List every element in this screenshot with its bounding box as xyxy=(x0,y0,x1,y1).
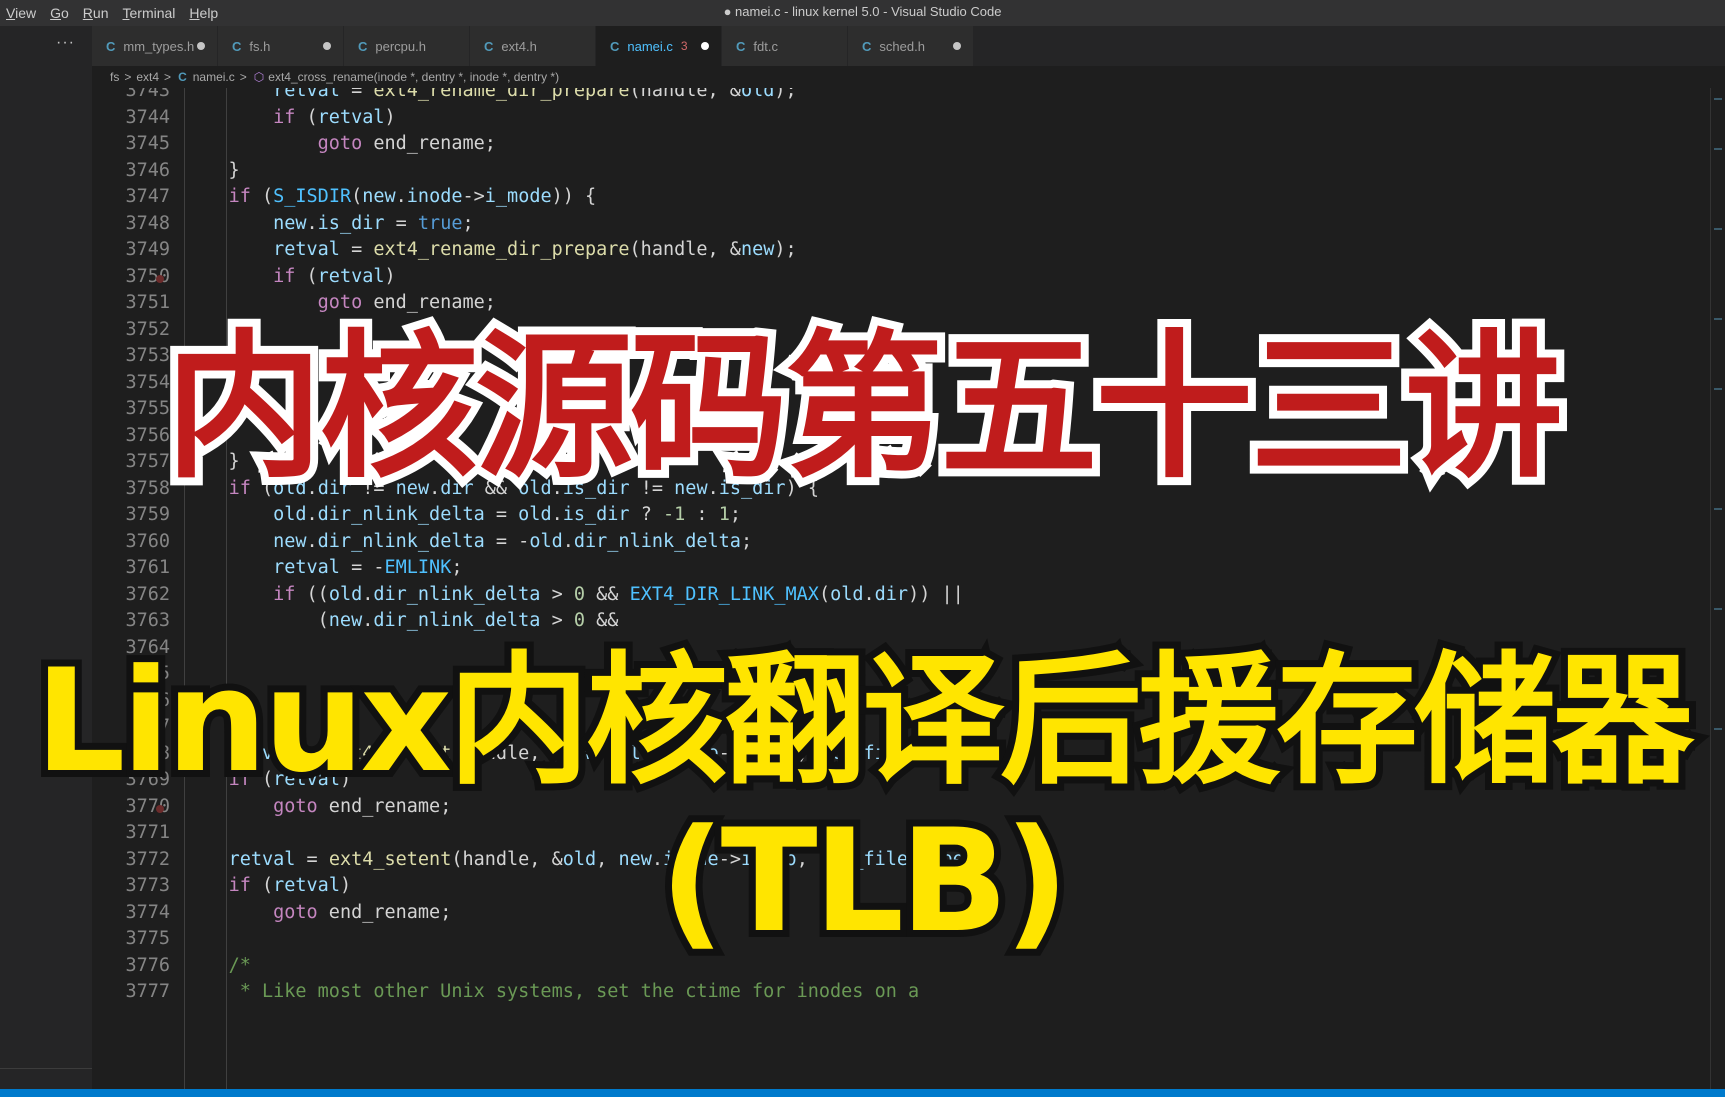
breadcrumb-separator: > xyxy=(239,70,247,84)
code-text[interactable]: } xyxy=(184,160,240,181)
line-number: 3746 xyxy=(125,159,170,181)
unsaved-dot-icon[interactable] xyxy=(701,42,709,50)
breadcrumb-separator: > xyxy=(164,70,172,84)
tab-mm-types-h[interactable]: Cmm_types.h xyxy=(92,26,218,66)
tab-percpu-h[interactable]: Cpercpu.h xyxy=(344,26,470,66)
code-text[interactable]: retval = ext4_rename_dir_prepare(handle,… xyxy=(184,88,797,101)
line-number: 3747 xyxy=(125,186,170,207)
unsaved-dot-icon[interactable] xyxy=(197,42,205,50)
tab-label: mm_types.h xyxy=(123,38,195,54)
line-number: 3743 xyxy=(125,88,170,101)
menu-help[interactable]: Help xyxy=(183,5,226,21)
line-number: 3745 xyxy=(125,133,170,154)
code-text[interactable]: * Like most other Unix systems, set the … xyxy=(184,981,919,1002)
c-file-icon: C xyxy=(178,70,187,84)
c-file-icon: C xyxy=(862,38,872,54)
code-text[interactable]: goto end_rename; xyxy=(184,292,496,313)
unsaved-dot-icon[interactable] xyxy=(323,42,331,50)
tab-label: namei.c xyxy=(627,38,673,54)
code-text[interactable]: if (retval) xyxy=(184,266,396,287)
breadcrumb-folder-ext4[interactable]: ext4 xyxy=(136,70,159,84)
line-number: 3759 xyxy=(125,504,170,525)
line-number: 3762 xyxy=(125,583,170,605)
status-bar xyxy=(0,1089,1725,1097)
tab-namei-c[interactable]: Cnamei.c 3 xyxy=(596,26,722,66)
tab-label: ext4.h xyxy=(501,38,537,54)
breadcrumb-symbol[interactable]: ext4_cross_rename(inode *, dentry *, ino… xyxy=(268,70,559,84)
tab-fs-h[interactable]: Cfs.h xyxy=(218,26,344,66)
code-text[interactable]: retval = -EMLINK; xyxy=(184,557,462,578)
line-number: 3749 xyxy=(125,239,170,260)
gutter-marker-icon[interactable] xyxy=(156,274,164,283)
breadcrumb: fs > ext4 > C namei.c > ⬡ ext4_cross_ren… xyxy=(92,66,1725,88)
window-title: ● namei.c - linux kernel 5.0 - Visual St… xyxy=(723,4,1002,19)
code-text[interactable]: if ((old.dir_nlink_delta > 0 && EXT4_DIR… xyxy=(184,584,964,605)
breadcrumb-separator: > xyxy=(124,70,132,84)
line-number: 3777 xyxy=(125,981,170,1002)
code-text[interactable]: if (S_ISDIR(new.inode->i_mode)) { xyxy=(184,186,597,207)
code-text[interactable]: if (retval) xyxy=(184,107,396,128)
tab-label: fdt.c xyxy=(753,38,778,54)
code-text[interactable]: (new.dir_nlink_delta > 0 && xyxy=(184,610,619,631)
code-text[interactable]: old.dir_nlink_delta = old.is_dir ? -1 : … xyxy=(184,504,741,525)
menu-go[interactable]: Go xyxy=(44,5,77,21)
tab-label: fs.h xyxy=(249,38,271,54)
tab-fdt-c[interactable]: Cfdt.c xyxy=(722,26,848,66)
code-text[interactable]: new.dir_nlink_delta = -old.dir_nlink_del… xyxy=(184,531,752,552)
tab-sched-h[interactable]: Csched.h xyxy=(848,26,974,66)
menu-terminal[interactable]: Terminal xyxy=(117,5,184,21)
line-number: 3751 xyxy=(125,292,170,313)
breadcrumb-folder-fs[interactable]: fs xyxy=(110,70,119,84)
menu-run[interactable]: Run xyxy=(77,5,117,21)
tab-label: sched.h xyxy=(879,38,925,54)
code-text[interactable]: goto end_rename; xyxy=(184,133,496,154)
unsaved-dot-icon[interactable] xyxy=(953,42,961,50)
editor-tabs: Cmm_types.h Cfs.h Cpercpu.h Cext4.h Cnamei.c… xyxy=(92,26,1725,66)
thumbnail-subtitle: Linux内核翻译后援存储器(TLB) xyxy=(28,635,1701,969)
sidebar-divider xyxy=(0,1068,92,1069)
tab-label: percpu.h xyxy=(375,38,426,54)
c-file-icon: C xyxy=(106,38,116,54)
problems-badge: 3 xyxy=(680,39,688,53)
c-file-icon: C xyxy=(736,38,746,54)
c-file-icon: C xyxy=(484,38,494,54)
thumbnail-title: 内核源码第五十三讲 xyxy=(157,310,1571,506)
c-file-icon: C xyxy=(358,38,368,54)
menu-bar: View Go Run Terminal Help xyxy=(0,0,226,26)
line-number: 3763 xyxy=(125,610,170,631)
breadcrumb-file[interactable]: namei.c xyxy=(193,70,235,84)
tab-ext4-h[interactable]: Cext4.h xyxy=(470,26,596,66)
code-text[interactable]: retval = ext4_rename_dir_prepare(handle,… xyxy=(184,239,797,260)
line-number: 3760 xyxy=(125,530,170,552)
menu-view[interactable]: View xyxy=(0,5,44,21)
function-symbol-icon: ⬡ xyxy=(253,70,265,84)
line-number: 3748 xyxy=(125,212,170,234)
code-text[interactable]: new.is_dir = true; xyxy=(184,213,474,234)
line-number: 3744 xyxy=(125,106,170,128)
more-actions-icon[interactable]: ··· xyxy=(56,34,75,52)
c-file-icon: C xyxy=(610,38,620,54)
c-file-icon: C xyxy=(232,38,242,54)
line-number: 3761 xyxy=(125,557,170,578)
